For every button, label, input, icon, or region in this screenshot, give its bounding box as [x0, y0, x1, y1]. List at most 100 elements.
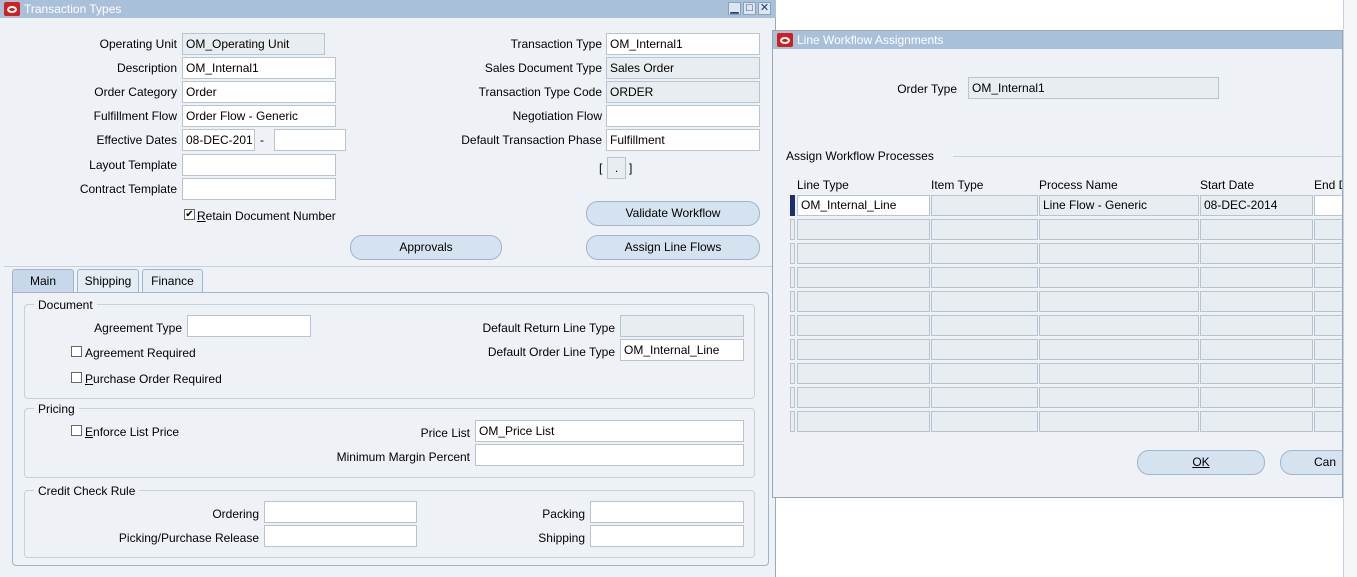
grid-cell[interactable] — [931, 219, 1038, 240]
grid-cell[interactable] — [1039, 387, 1199, 408]
ok-button[interactable]: OK — [1137, 450, 1265, 475]
shipping-field[interactable] — [590, 525, 744, 547]
descriptive-flexfield[interactable]: . — [607, 157, 626, 179]
grid-cell[interactable] — [931, 411, 1038, 432]
row-indicator[interactable] — [790, 195, 795, 216]
grid-cell[interactable] — [797, 219, 930, 240]
grid-cell[interactable] — [1314, 339, 1342, 360]
grid-cell[interactable] — [931, 387, 1038, 408]
grid-cell[interactable] — [1200, 315, 1313, 336]
grid-cell[interactable] — [1314, 267, 1342, 288]
grid-cell[interactable] — [797, 387, 930, 408]
grid-cell[interactable] — [931, 315, 1038, 336]
grid-cell[interactable] — [797, 339, 930, 360]
effective-date-from-field[interactable]: 08-DEC-201 — [182, 129, 255, 151]
tab-shipping[interactable]: Shipping — [77, 269, 139, 292]
transaction-types-titlebar[interactable]: Transaction Types ▁ □ ✕ — [0, 0, 776, 18]
grid-cell[interactable] — [797, 243, 930, 264]
sales-document-type-field[interactable]: Sales Order — [606, 57, 760, 79]
approvals-button[interactable]: Approvals — [350, 235, 502, 260]
row-indicator[interactable] — [790, 243, 795, 264]
grid-cell[interactable] — [1039, 339, 1199, 360]
cancel-button[interactable]: Can — [1280, 450, 1342, 475]
grid-cell[interactable] — [797, 267, 930, 288]
row-indicator[interactable] — [790, 411, 795, 432]
grid-cell[interactable] — [1200, 243, 1313, 264]
negotiation-flow-field[interactable] — [606, 105, 760, 127]
minimize-icon[interactable]: ▁ — [728, 2, 741, 15]
grid-cell[interactable] — [1200, 267, 1313, 288]
ordering-field[interactable] — [264, 501, 417, 523]
price-list-field[interactable]: OM_Price List — [475, 420, 744, 442]
transaction-type-code-field[interactable]: ORDER — [606, 81, 760, 103]
grid-cell[interactable] — [1314, 411, 1342, 432]
grid-cell[interactable] — [797, 411, 930, 432]
grid-cell[interactable] — [797, 291, 930, 312]
row-indicator[interactable] — [790, 387, 795, 408]
grid-cell[interactable] — [1200, 219, 1313, 240]
grid-cell[interactable] — [1200, 339, 1313, 360]
contract-template-field[interactable] — [182, 178, 336, 200]
grid-cell[interactable] — [931, 291, 1038, 312]
picking-purchase-release-field[interactable] — [264, 525, 417, 547]
purchase-order-required-checkbox[interactable] — [71, 372, 82, 383]
default-transaction-phase-field[interactable]: Fulfillment — [606, 129, 760, 151]
layout-template-field[interactable] — [182, 154, 336, 176]
grid-cell[interactable] — [797, 315, 930, 336]
operating-unit-field[interactable]: OM_Operating Unit — [182, 33, 325, 55]
minimum-margin-percent-field[interactable] — [475, 444, 744, 466]
default-return-line-type-field[interactable] — [620, 315, 744, 337]
grid-cell[interactable] — [1314, 315, 1342, 336]
row-indicator[interactable] — [790, 291, 795, 312]
grid-cell[interactable] — [1314, 219, 1342, 240]
grid-cell[interactable] — [1039, 363, 1199, 384]
grid-cell[interactable] — [931, 267, 1038, 288]
row-indicator[interactable] — [790, 267, 795, 288]
grid-cell[interactable] — [1314, 387, 1342, 408]
row-indicator[interactable] — [790, 339, 795, 360]
tab-main[interactable]: Main — [12, 269, 74, 292]
grid-cell[interactable] — [1314, 363, 1342, 384]
grid-cell[interactable] — [931, 195, 1038, 216]
effective-date-to-field[interactable] — [274, 129, 346, 151]
order-type-field[interactable]: OM_Internal1 — [968, 77, 1219, 99]
default-order-line-type-field[interactable]: OM_Internal_Line — [620, 339, 744, 361]
grid-cell[interactable] — [1039, 243, 1199, 264]
grid-cell[interactable] — [1039, 315, 1199, 336]
agreement-type-field[interactable] — [187, 315, 311, 337]
grid-cell[interactable] — [1314, 243, 1342, 264]
row-indicator[interactable] — [790, 219, 795, 240]
transaction-type-field[interactable]: OM_Internal1 — [606, 33, 760, 55]
grid-cell[interactable] — [1039, 219, 1199, 240]
close-icon[interactable]: ✕ — [758, 2, 771, 15]
line-workflow-titlebar[interactable]: Line Workflow Assignments — [773, 31, 1342, 49]
grid-cell[interactable] — [1314, 195, 1342, 216]
packing-field[interactable] — [590, 501, 744, 523]
grid-cell[interactable] — [931, 339, 1038, 360]
enforce-list-price-checkbox[interactable] — [71, 425, 82, 436]
maximize-icon[interactable]: □ — [743, 2, 756, 15]
validate-workflow-button[interactable]: Validate Workflow — [586, 201, 760, 226]
grid-cell[interactable] — [1039, 267, 1199, 288]
tab-finance[interactable]: Finance — [142, 269, 203, 292]
grid-cell[interactable] — [931, 243, 1038, 264]
grid-cell[interactable] — [1039, 291, 1199, 312]
grid-cell[interactable]: 08-DEC-2014 — [1200, 195, 1313, 216]
grid-cell[interactable] — [797, 363, 930, 384]
grid-cell[interactable]: OM_Internal_Line — [797, 195, 930, 216]
assign-line-flows-button[interactable]: Assign Line Flows — [586, 235, 760, 260]
row-indicator[interactable] — [790, 363, 795, 384]
grid-cell[interactable] — [1200, 411, 1313, 432]
grid-cell[interactable] — [1314, 291, 1342, 312]
description-field[interactable]: OM_Internal1 — [182, 57, 336, 79]
fulfillment-flow-field[interactable]: Order Flow - Generic — [182, 105, 336, 127]
grid-cell[interactable] — [931, 363, 1038, 384]
grid-cell[interactable] — [1200, 291, 1313, 312]
retain-document-number-checkbox[interactable]: ✔ — [184, 209, 195, 220]
grid-cell[interactable]: Line Flow - Generic — [1039, 195, 1199, 216]
agreement-required-checkbox[interactable] — [71, 346, 82, 357]
grid-cell[interactable] — [1200, 363, 1313, 384]
grid-cell[interactable] — [1039, 411, 1199, 432]
row-indicator[interactable] — [790, 315, 795, 336]
order-category-field[interactable]: Order — [182, 81, 336, 103]
